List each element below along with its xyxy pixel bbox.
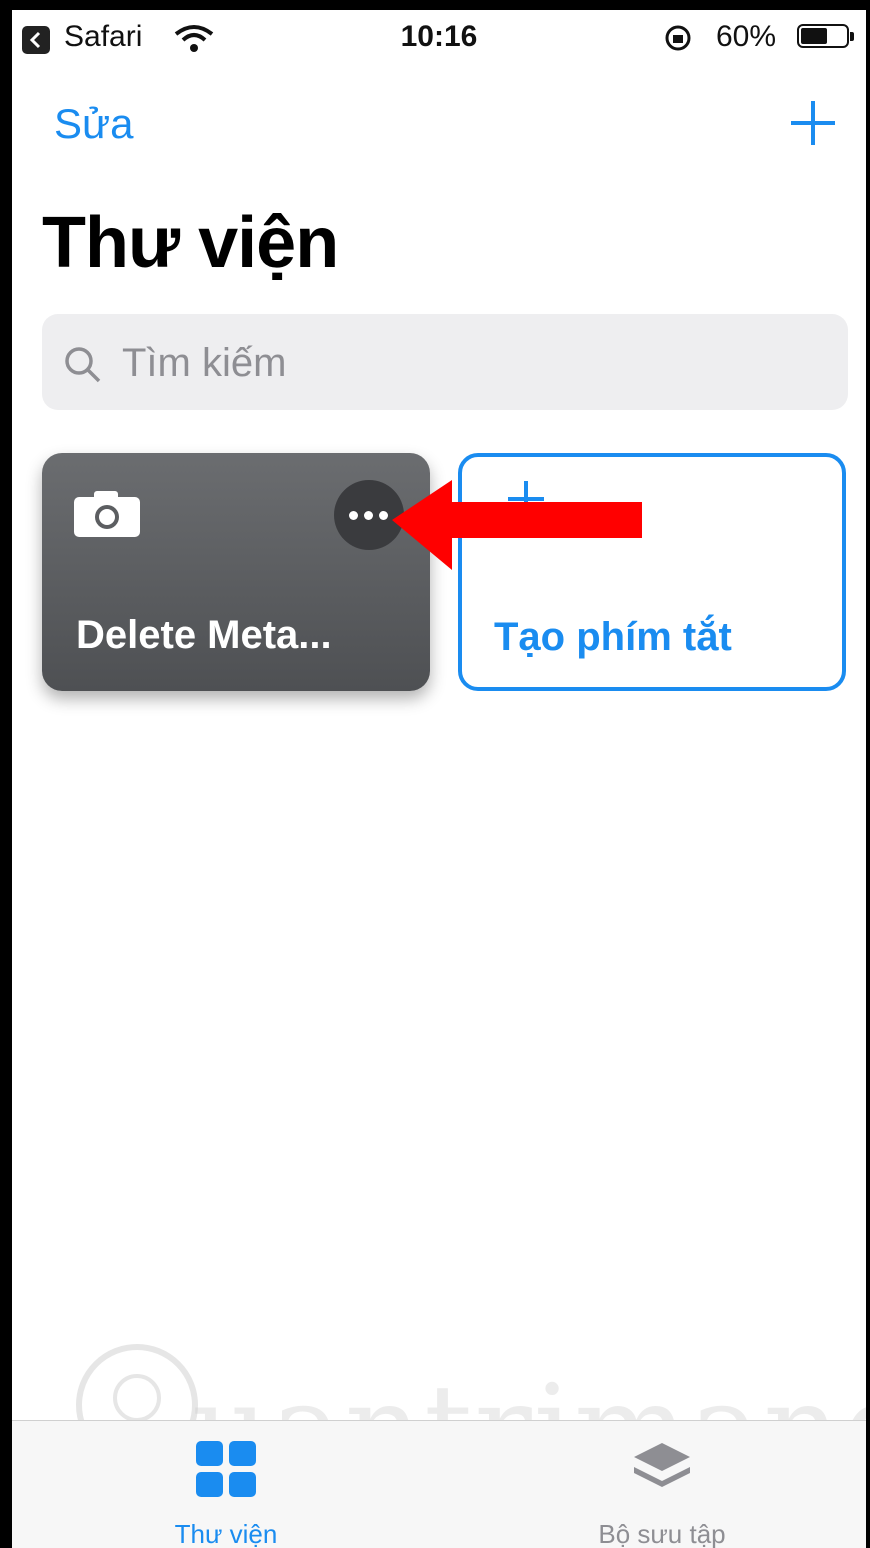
shortcut-name: Delete Meta... <box>76 613 332 657</box>
red-arrow-annotation <box>392 480 642 570</box>
phone-screen: Safari 10:16 60% Sửa Thư viện Tìm kiếm D… <box>12 10 866 1548</box>
plus-icon[interactable] <box>788 98 838 148</box>
search-bar[interactable] <box>42 314 848 410</box>
grid-icon <box>196 1441 256 1497</box>
create-shortcut-label: Tạo phím tắt <box>494 615 732 659</box>
layers-icon <box>634 1443 690 1487</box>
camera-icon <box>74 491 140 537</box>
battery-percent: 60% <box>716 20 777 53</box>
tab-gallery-label: Bộ sưu tập <box>598 1519 726 1548</box>
tab-gallery[interactable]: Bộ sưu tập <box>512 1421 812 1548</box>
battery-icon <box>797 24 854 48</box>
tab-library-label: Thư viện <box>174 1519 278 1548</box>
status-bar: Safari 10:16 60% <box>12 10 866 66</box>
search-icon <box>65 347 101 383</box>
edit-button[interactable]: Sửa <box>54 100 134 148</box>
page-title: Thư viện <box>42 203 339 283</box>
search-input[interactable] <box>120 332 824 394</box>
tab-library[interactable]: Thư viện <box>76 1421 376 1548</box>
tab-bar: Thư viện Bộ sưu tập <box>12 1420 866 1548</box>
orientation-lock-icon <box>665 25 691 51</box>
